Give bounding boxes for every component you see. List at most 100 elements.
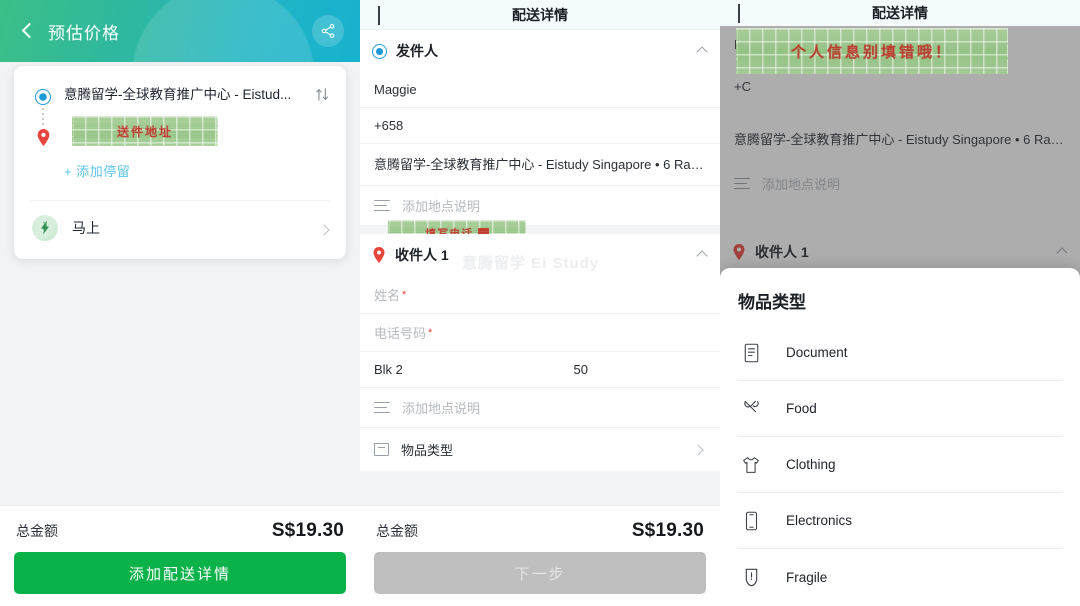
chevron-right-icon bbox=[692, 443, 704, 456]
chevron-up-icon bbox=[1056, 247, 1068, 259]
route-dotted-line bbox=[42, 108, 44, 128]
route-card: 意腾留学-全球教育推广中心 - Eistud... 送件地址 + 添加停留 马上 bbox=[14, 66, 346, 259]
swap-addresses-button[interactable] bbox=[314, 86, 332, 104]
recipient-phone-field[interactable]: 电话号码 * bbox=[360, 314, 720, 352]
option-label: Fragile bbox=[786, 569, 828, 585]
map-pin-icon bbox=[733, 244, 745, 260]
panel-price-estimate: 预估价格 意腾留学-全球教育推广中心 - Eistud... 送件地址 + 添加… bbox=[0, 0, 360, 606]
item-type-row[interactable]: 物品类型 bbox=[360, 428, 720, 471]
sender-address-field[interactable]: 意腾留学-全球教育推广中心 - Eistudy Singapore • 6 Ra… bbox=[360, 144, 720, 186]
sender-note-placeholder: 添加地点说明 bbox=[402, 199, 481, 214]
chevron-up-icon[interactable] bbox=[696, 250, 708, 262]
sender-header[interactable]: 发件人 bbox=[360, 30, 720, 72]
page-title: 配送详情 bbox=[872, 5, 928, 21]
origin-circle-icon bbox=[36, 90, 50, 104]
sender-phone-prefix: +658 bbox=[374, 118, 404, 133]
origin-circle-icon bbox=[373, 44, 386, 58]
option-label: Electronics bbox=[786, 513, 853, 528]
item-type-option-fragile[interactable]: Fragile bbox=[738, 549, 1062, 605]
item-type-bottom-sheet: 物品类型 Document Food Clothing Electronics … bbox=[720, 268, 1080, 606]
note-lines-icon bbox=[734, 177, 750, 190]
back-button[interactable] bbox=[378, 6, 380, 25]
page-title: 预估价格 bbox=[48, 24, 120, 43]
origin-row[interactable]: 意腾留学-全球教育推广中心 - Eistud... bbox=[64, 84, 330, 110]
total-label: 总金额 bbox=[376, 523, 418, 539]
sender-phone-field[interactable]: +658 填写电话 bbox=[360, 108, 720, 246]
chevron-right-icon bbox=[318, 224, 330, 236]
next-step-button[interactable]: 下一步 bbox=[374, 552, 706, 594]
panel-item-type-sheet: M: +C 意腾留学-全球教育推广中心 - Eistudy Singapore … bbox=[720, 0, 1080, 606]
tape-annotation-delivery-address: 送件地址 bbox=[72, 116, 218, 146]
note-lines-icon bbox=[374, 401, 390, 414]
map-pin-icon bbox=[373, 247, 385, 263]
item-type-option-document[interactable]: Document bbox=[738, 325, 1062, 381]
share-button[interactable] bbox=[312, 15, 344, 47]
back-button[interactable] bbox=[14, 16, 40, 44]
eta-label: 马上 bbox=[72, 220, 100, 236]
item-type-option-clothing[interactable]: Clothing bbox=[738, 437, 1062, 493]
recipient-address-field[interactable]: Blk 2 50 bbox=[360, 352, 720, 388]
total-amount: S$19.30 bbox=[631, 520, 704, 541]
option-label: Document bbox=[786, 345, 848, 360]
recipient-address-prefix: Blk 2 bbox=[374, 362, 403, 377]
total-row: 总金额 S$19.30 bbox=[14, 516, 346, 552]
option-label: Food bbox=[786, 401, 817, 416]
bg-recipient-header: 收件人 1 bbox=[720, 231, 1080, 273]
courier-badge-icon bbox=[32, 215, 58, 241]
chevron-left-icon bbox=[21, 22, 37, 38]
recipient-note-placeholder: 添加地点说明 bbox=[402, 401, 481, 416]
map-pin-icon bbox=[37, 129, 50, 146]
route-indicator bbox=[36, 90, 52, 150]
bg-sender-address: 意腾留学-全球教育推广中心 - Eistudy Singapore • 6 Ra… bbox=[734, 132, 1080, 147]
delivery-details-header: 配送详情 bbox=[720, 0, 1080, 26]
price-estimate-footer: 总金额 S$19.30 添加配送详情 bbox=[0, 506, 360, 606]
delivery-details-scroll[interactable]: 发件人 Maggie +658 填写电话 意腾留学-全球教育推广中心 - Eis… bbox=[360, 30, 720, 510]
recipient-name-placeholder: 姓名 bbox=[374, 288, 401, 303]
document-icon bbox=[738, 343, 764, 363]
recipient-section: 意腾留学 Ei Study 收件人 1 姓名 * 电话号码 * Blk 2 50… bbox=[360, 234, 720, 471]
recipient-name-field[interactable]: 姓名 * bbox=[360, 276, 720, 314]
sender-section: 发件人 Maggie +658 填写电话 意腾留学-全球教育推广中心 - Eis… bbox=[360, 30, 720, 246]
sender-name-field[interactable]: Maggie bbox=[360, 72, 720, 108]
food-icon bbox=[738, 399, 764, 418]
electronics-icon bbox=[738, 511, 764, 531]
item-type-option-electronics[interactable]: Electronics bbox=[738, 493, 1062, 549]
recipient-header[interactable]: 收件人 1 bbox=[360, 234, 720, 276]
swap-vertical-icon bbox=[316, 88, 328, 101]
required-mark: * bbox=[428, 326, 433, 339]
recipient-address-suffix: 50 bbox=[573, 362, 588, 377]
chevron-left-icon bbox=[738, 4, 740, 23]
fragile-icon bbox=[738, 568, 764, 587]
route-section: 意腾留学-全球教育推广中心 - Eistud... 送件地址 + 添加停留 bbox=[14, 66, 346, 200]
recipient-phone-placeholder: 电话号码 bbox=[374, 326, 427, 341]
sheet-title: 物品类型 bbox=[738, 293, 806, 312]
clothing-icon bbox=[738, 456, 764, 474]
page-title: 配送详情 bbox=[512, 6, 568, 23]
recipient-note-row[interactable]: 添加地点说明 bbox=[360, 388, 720, 428]
screenshot-root: 预估价格 意腾留学-全球教育推广中心 - Eistud... 送件地址 + 添加… bbox=[0, 0, 1080, 606]
add-delivery-details-button[interactable]: 添加配送详情 bbox=[14, 552, 346, 594]
tape-annotation-personal-info: 个人信息别填错哦！ bbox=[736, 28, 1008, 74]
delivery-details-footer: 总金额 S$19.30 下一步 bbox=[360, 506, 720, 606]
item-type-option-food[interactable]: Food bbox=[738, 381, 1062, 437]
total-row: 总金额 S$19.30 bbox=[374, 516, 706, 552]
add-stop-link[interactable]: + 添加停留 bbox=[64, 161, 330, 180]
total-amount: S$19.30 bbox=[271, 520, 344, 541]
recipient-title: 收件人 1 bbox=[395, 247, 449, 263]
destination-row[interactable]: 送件地址 bbox=[64, 116, 330, 150]
sender-title: 发件人 bbox=[396, 43, 438, 59]
bg-recipient-title: 收件人 1 bbox=[755, 244, 809, 260]
item-type-label: 物品类型 bbox=[401, 443, 454, 458]
origin-address: 意腾留学-全球教育推广中心 - Eistud... bbox=[64, 87, 292, 102]
bg-note-placeholder: 添加地点说明 bbox=[762, 177, 841, 192]
box-icon bbox=[374, 443, 389, 456]
chevron-up-icon[interactable] bbox=[696, 46, 708, 58]
bg-note-row: 添加地点说明 bbox=[720, 160, 1080, 203]
back-button[interactable] bbox=[738, 4, 740, 23]
panel-delivery-details: 配送详情 发件人 Maggie +658 填写电话 意腾留学-全球 bbox=[360, 0, 720, 606]
delivery-details-header: 配送详情 bbox=[360, 0, 720, 30]
required-mark: * bbox=[402, 288, 407, 301]
eta-row[interactable]: 马上 bbox=[14, 201, 346, 259]
share-icon bbox=[321, 24, 335, 38]
note-lines-icon bbox=[374, 199, 390, 212]
